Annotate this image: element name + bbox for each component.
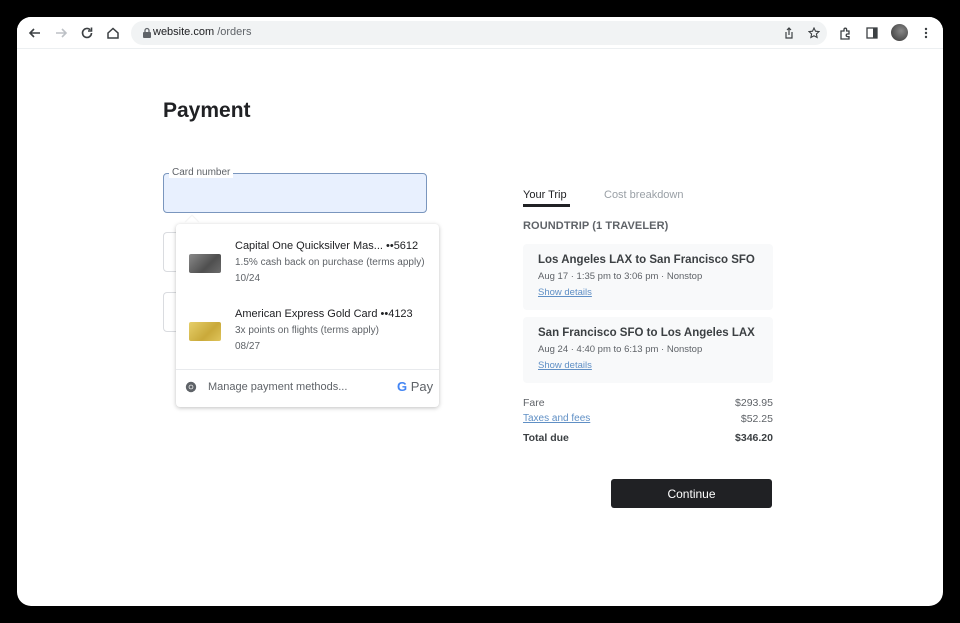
flight-details: Aug 17 · 1:35 pm to 3:06 pm · Nonstop [538,271,703,282]
card-expiry: 08/27 [235,341,261,352]
url-text: website.com /orders [153,26,251,38]
autofill-card-option[interactable]: American Express Gold Card ••4123 3x poi… [176,300,439,360]
show-details-link[interactable]: Show details [538,360,592,371]
back-icon[interactable] [25,23,45,43]
autofill-dropdown: Capital One Quicksilver Mas... ••5612 1.… [176,224,439,407]
flight-route: Los Angeles LAX to San Francisco SFO [538,254,755,266]
card-benefit: 1.5% cash back on purchase (terms apply) [235,257,425,268]
total-value: $346.20 [735,432,773,444]
card-number-label: Card number [169,167,234,178]
card-benefit: 3x points on flights (terms apply) [235,325,379,336]
card-expiry: 10/24 [235,273,261,284]
lock-icon [143,27,151,38]
browser-toolbar: website.com /orders [17,17,943,49]
page-title: Payment [163,99,251,122]
active-tab-indicator [523,204,570,207]
card-number-input[interactable] [163,173,427,213]
continue-button[interactable]: Continue [611,479,772,508]
tab-cost-breakdown[interactable]: Cost breakdown [604,189,684,201]
taxes-value: $52.25 [740,413,773,425]
share-icon[interactable] [779,23,799,43]
url-domain: website.com [153,26,215,38]
flight-details: Aug 24 · 4:40 pm to 6:13 pm · Nonstop [538,344,703,355]
url-path: /orders [217,26,252,38]
extensions-icon[interactable] [835,23,855,43]
chrome-icon [185,381,197,393]
address-bar[interactable]: website.com /orders [131,21,827,45]
avatar[interactable] [891,24,908,41]
manage-payment-methods-link[interactable]: Manage payment methods... [208,381,347,393]
taxes-link[interactable]: Taxes and fees [523,413,590,424]
tab-your-trip[interactable]: Your Trip [523,189,567,201]
dropdown-divider [176,369,439,370]
home-icon[interactable] [103,23,123,43]
card-name: American Express Gold Card ••4123 [235,308,413,320]
google-pay-logo: G Pay [397,379,433,394]
google-g-icon: G [397,379,408,394]
autofill-card-option[interactable]: Capital One Quicksilver Mas... ••5612 1.… [176,232,439,292]
flight-route: San Francisco SFO to Los Angeles LAX [538,327,755,339]
flight-card: Los Angeles LAX to San Francisco SFO Aug… [523,244,773,310]
fare-label: Fare [523,397,545,409]
credit-card-icon [189,322,221,341]
forward-icon[interactable] [51,23,71,43]
flight-card: San Francisco SFO to Los Angeles LAX Aug… [523,317,773,383]
credit-card-icon [189,254,221,273]
card-name: Capital One Quicksilver Mas... ••5612 [235,240,419,252]
menu-icon[interactable] [916,23,936,43]
trip-heading: ROUNDTRIP (1 TRAVELER) [523,220,669,232]
browser-window: website.com /orders Payment Card number … [17,17,943,606]
star-icon[interactable] [804,23,824,43]
side-panel-icon[interactable] [862,23,882,43]
gpay-label: Pay [410,379,434,394]
fare-value: $293.95 [735,397,773,409]
total-label: Total due [523,432,569,444]
show-details-link[interactable]: Show details [538,287,592,298]
reload-icon[interactable] [77,23,97,43]
